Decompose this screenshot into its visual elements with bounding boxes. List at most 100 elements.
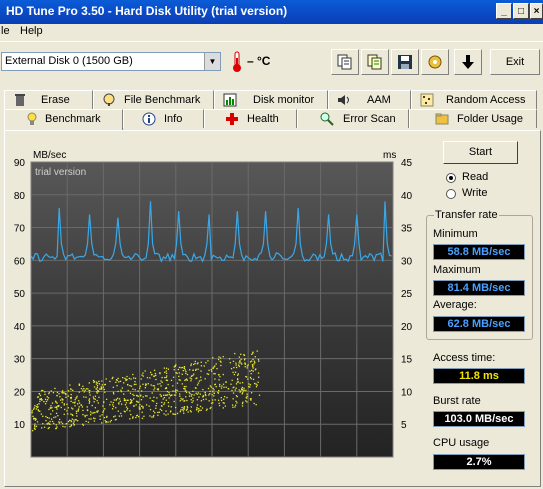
transfer-rate-label: Transfer rate [434,209,499,221]
chart-access-point [157,383,159,385]
chart-access-point [104,391,106,393]
chart-access-point [88,402,91,404]
chart-access-point [164,394,167,396]
tab-info[interactable]: Info [123,109,204,128]
menu-help[interactable]: Help [20,25,43,37]
chart-access-point [240,358,242,360]
tab-health[interactable]: Health [204,109,297,128]
chart-access-point [135,415,138,417]
minimum-value: 58.8 MB/sec [433,244,525,260]
chart-access-point [66,403,68,406]
chart-access-point [251,364,254,366]
chart-access-point [32,429,34,432]
chart-access-point [151,399,154,402]
benchmark-chart: MB/sec mstrial version1020304050607080905… [14,150,413,464]
tab-error-scan[interactable]: Error Scan [297,109,409,128]
cpu-usage-label: CPU usage [433,437,490,449]
chart-access-point [193,373,195,375]
read-radio[interactable] [446,173,456,183]
chart-access-point [234,406,236,408]
chart-access-point [64,426,66,428]
menu-file[interactable]: le [1,25,10,37]
chart-access-point [95,383,98,385]
chart-access-point [37,396,40,398]
chart-access-point [101,380,103,382]
chart-access-point [152,385,154,387]
save-button[interactable] [391,49,419,75]
tab-folder-usage[interactable]: Folder Usage [409,109,537,128]
chart-access-point [252,370,254,372]
chart-access-point [203,365,205,367]
chart-access-point [176,382,179,384]
chart-access-point [182,410,185,412]
chart-access-point [151,392,153,394]
chart-access-point [103,416,106,419]
chart-access-point [55,424,57,426]
chart-access-point [50,418,53,420]
chart-access-point [49,420,51,423]
chart-access-point [166,375,168,377]
chart-access-point [164,376,166,379]
chart-access-point [204,378,206,380]
minimize-button[interactable]: _ [496,3,512,19]
chart-access-point [46,399,49,401]
chart-access-point [183,387,185,390]
average-value: 62.8 MB/sec [433,316,525,332]
tab-disk-monitor[interactable]: Disk monitor [214,90,328,109]
chart-access-point [40,398,42,400]
chart-access-point [96,399,98,402]
write-radio[interactable] [446,189,456,199]
chart-access-point [89,414,92,416]
chart-access-point [249,370,251,372]
maximize-button[interactable]: □ [513,3,529,19]
chart-access-point [188,395,191,397]
speaker-icon [338,95,349,105]
chart-access-point [84,414,86,417]
chart-access-point [50,405,52,407]
chart-access-point [96,411,98,413]
chart-access-point [153,369,156,371]
chart-access-point [246,395,248,397]
chart-access-point [192,374,194,377]
copy-all-button[interactable] [361,49,389,75]
tab-file-benchmark[interactable]: File Benchmark [93,90,214,109]
chart-access-point [219,383,221,386]
chart-access-point [200,409,202,411]
chart-access-point [123,382,125,384]
tab-benchmark[interactable]: Benchmark [4,109,123,130]
chart-access-point [94,411,96,414]
chart-access-point [191,401,193,404]
chart-access-point [143,415,145,417]
chevron-down-icon[interactable]: ▼ [204,53,220,70]
chart-access-point [220,387,223,389]
tab-aam[interactable]: AAM [328,90,411,109]
exit-button[interactable]: Exit [490,49,540,75]
download-button[interactable] [454,49,482,75]
chart-access-point [239,390,242,392]
wrench-icon [428,55,442,69]
chart-access-point [165,372,168,374]
chart-access-point [257,372,260,374]
options-button[interactable] [421,49,449,75]
chart-access-point [165,379,167,381]
chart-access-point [214,378,216,380]
chart-access-point [223,398,225,400]
copy-info-button[interactable] [331,49,359,75]
start-button[interactable]: Start [443,141,518,164]
chart-access-point [215,363,217,365]
chart-access-point [56,426,58,428]
chart-access-point [74,398,76,401]
chart-access-point [60,421,62,423]
disk-select[interactable]: External Disk 0 (1500 GB) ▼ [1,52,221,71]
chart-access-point [58,405,60,407]
chart-access-point [132,416,134,418]
chart-access-point [140,398,143,401]
close-button[interactable]: × [530,3,543,19]
chart-access-point [40,413,43,415]
chart-access-point [189,393,191,395]
tab-erase[interactable]: Erase [4,90,93,109]
tab-random-access[interactable]: Random Access [411,90,537,109]
chart-access-point [167,405,170,407]
chart-access-point [156,397,158,399]
chart-access-point [81,406,84,408]
